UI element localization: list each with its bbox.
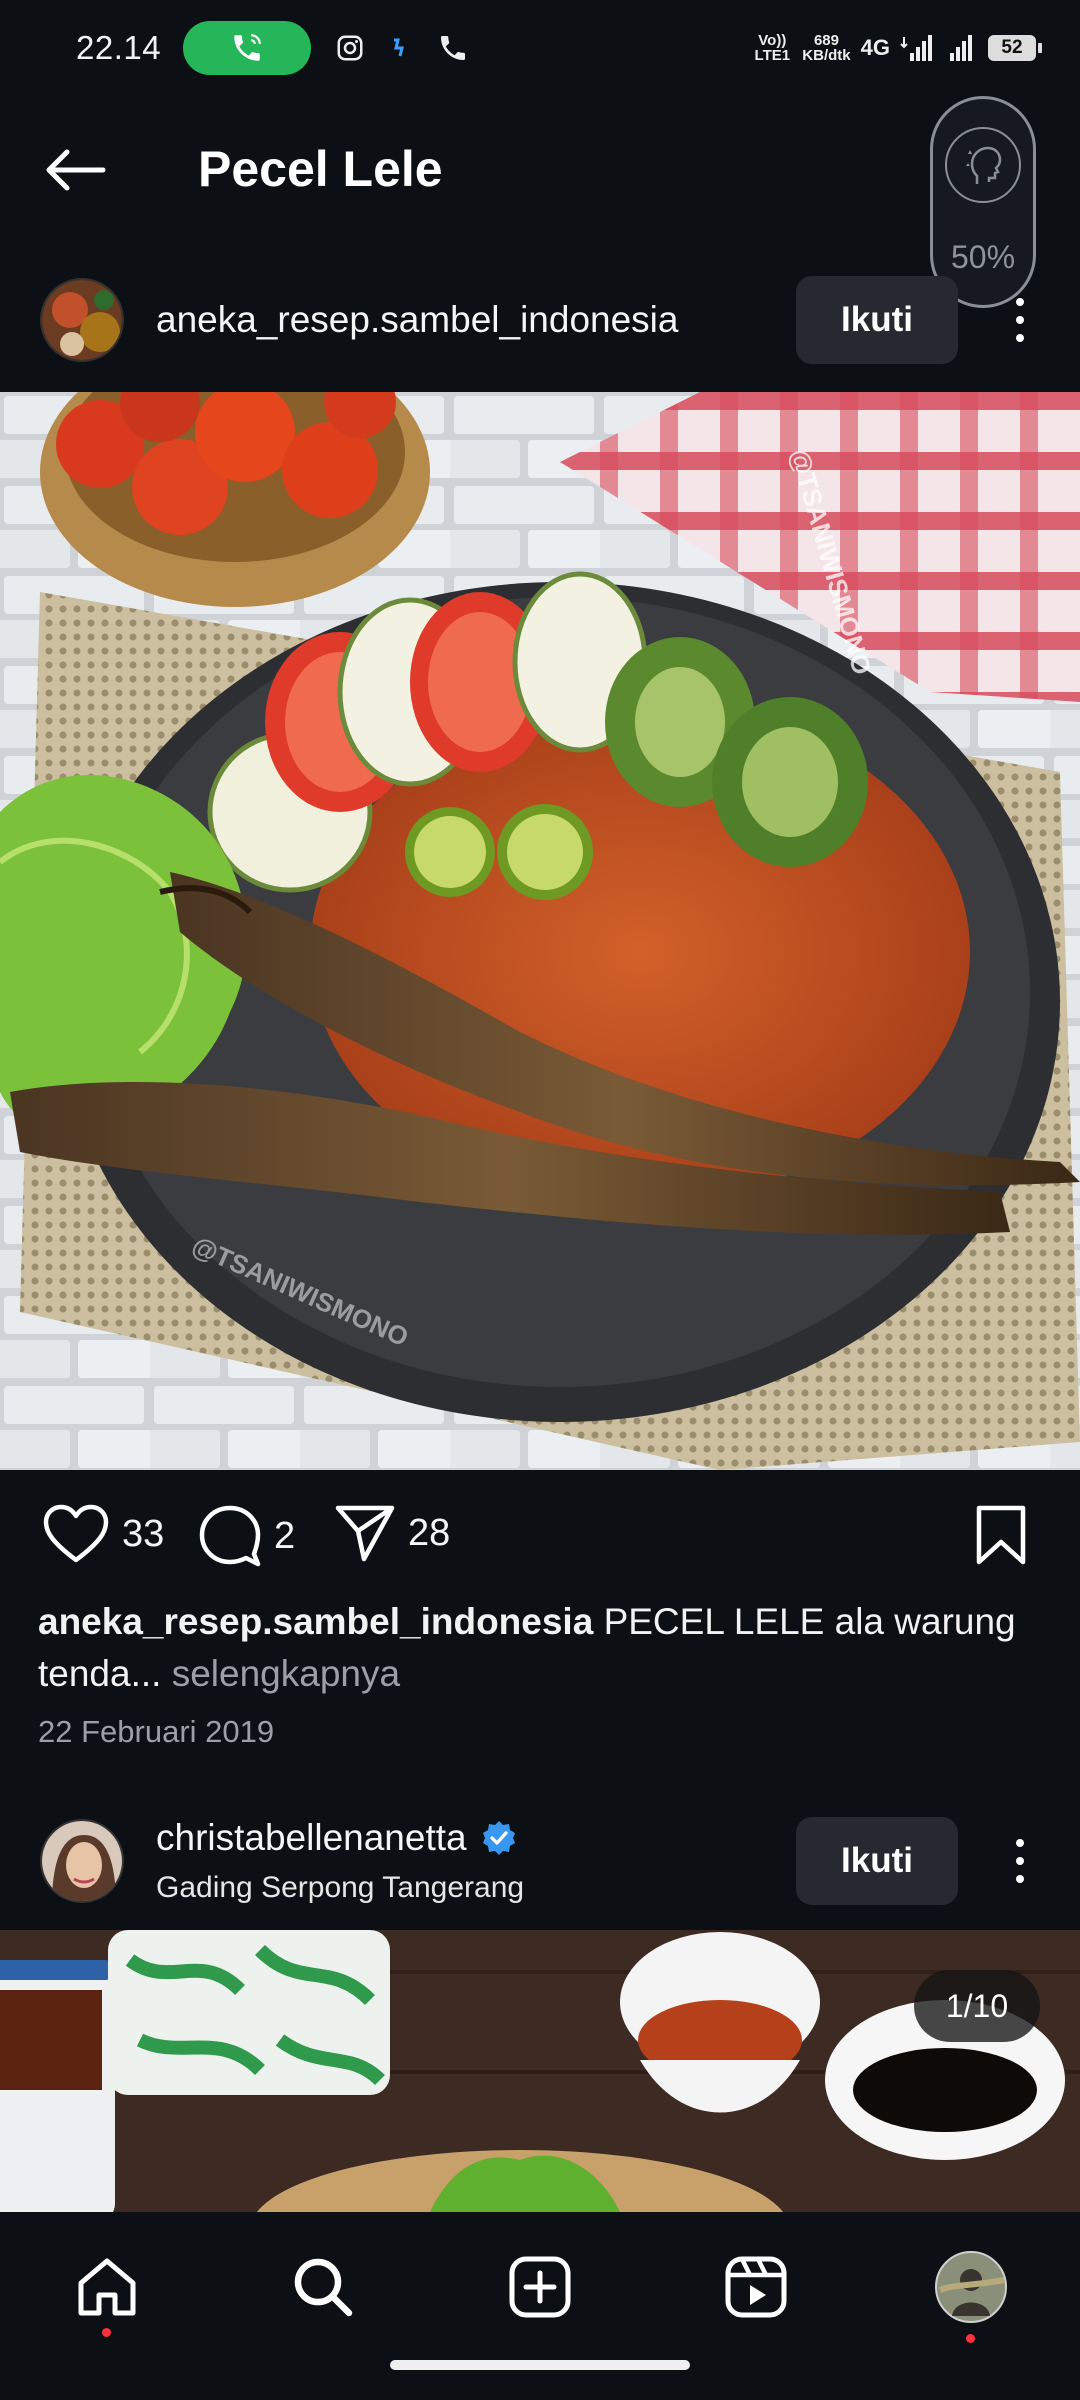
verified-badge-icon [482,1821,515,1855]
more-dot [1016,1857,1024,1865]
caption-more-link[interactable]: selengkapnya [172,1653,400,1694]
phone-call-icon [234,34,261,61]
create-icon [509,2256,571,2318]
post-header: aneka_resep.sambel_indonesia Ikuti [0,265,1080,375]
network-speed-unit: KB/dtk [802,47,851,64]
search-icon [294,2258,353,2317]
carousel-counter: 1/10 [914,1970,1040,2042]
save-button[interactable] [974,1504,1028,1566]
comment-action[interactable]: 2 [198,1504,295,1568]
share-action[interactable]: 28 [334,1504,450,1562]
more-dot [1016,1839,1024,1847]
status-bar: 22.14 Vo)) LTE1 689 KB/dtk 4G 52 [0,0,1080,96]
app-notification-icon [394,38,405,57]
nav-home[interactable] [62,2242,152,2337]
bookmark-icon [976,1505,1026,1565]
network-type: 4G [860,35,890,60]
home-icon [78,2258,136,2316]
bottom-navigation [0,2212,1080,2400]
more-dot [1016,334,1024,342]
notification-dot [102,2328,111,2337]
volte-indicator: Vo)) LTE1 [754,32,791,64]
comment-count: 2 [274,1514,296,1557]
post-location[interactable]: Gading Serpong Tangerang [156,1871,524,1905]
profile-avatar [935,2251,1007,2323]
more-dot [1016,1875,1024,1883]
network-speed: 689 KB/dtk [802,33,850,63]
post-caption: aneka_resep.sambel_indonesia PECEL LELE … [38,1596,1038,1700]
like-action[interactable]: 33 [42,1504,164,1564]
post-username[interactable]: aneka_resep.sambel_indonesia [156,299,678,341]
back-button[interactable] [40,140,110,200]
heart-icon [43,1504,109,1563]
caption-ellipsis: ... [130,1653,162,1694]
status-time: 22.14 [76,29,162,66]
battery-indicator: 52 [988,35,1042,61]
send-icon [335,1505,395,1562]
post-image[interactable]: @TSANIWISMONO @TSANIWISMONO [0,392,1080,1470]
reels-icon [725,2256,787,2318]
avatar-2[interactable] [40,1819,124,1903]
face-icon [945,127,1021,203]
follow-button[interactable]: Ikuti [796,276,958,364]
nav-profile[interactable] [926,2242,1016,2343]
post-username-2[interactable]: christabellenanetta [156,1817,467,1859]
post-image-2[interactable] [0,1930,1080,2212]
post-user-block: christabellenanetta Gading Serpong Tange… [156,1817,524,1905]
signal-strength-icon [900,35,932,61]
post-header-2: christabellenanetta Gading Serpong Tange… [0,1806,1080,1916]
post-date: 22 Februari 2019 [38,1714,275,1749]
more-options-button[interactable] [1000,280,1040,360]
arrow-left-icon [46,149,106,191]
ongoing-call-indicator[interactable] [183,21,312,75]
signal-strength-icon-2 [950,35,972,61]
nav-reels[interactable] [711,2242,801,2332]
avatar[interactable] [40,278,124,362]
caption-username[interactable]: aneka_resep.sambel_indonesia [38,1601,593,1642]
more-options-button-2[interactable] [1000,1821,1040,1901]
nav-search[interactable] [278,2242,368,2332]
phone-icon [441,36,466,60]
notification-dot [966,2334,975,2343]
instagram-icon [337,35,363,61]
more-dot [1016,316,1024,324]
more-dot [1016,298,1024,306]
share-count: 28 [408,1511,451,1554]
home-indicator-bar[interactable] [390,2360,690,2370]
post-actions: 33 2 28 [0,1486,1080,1586]
comment-icon [199,1505,261,1567]
app-header: Pecel Lele [0,110,1080,230]
nav-create[interactable] [495,2242,585,2332]
like-count: 33 [122,1512,165,1555]
page-title: Pecel Lele [198,141,443,197]
network-speed-value: 689 [813,32,839,49]
follow-button-2[interactable]: Ikuti [796,1817,958,1905]
